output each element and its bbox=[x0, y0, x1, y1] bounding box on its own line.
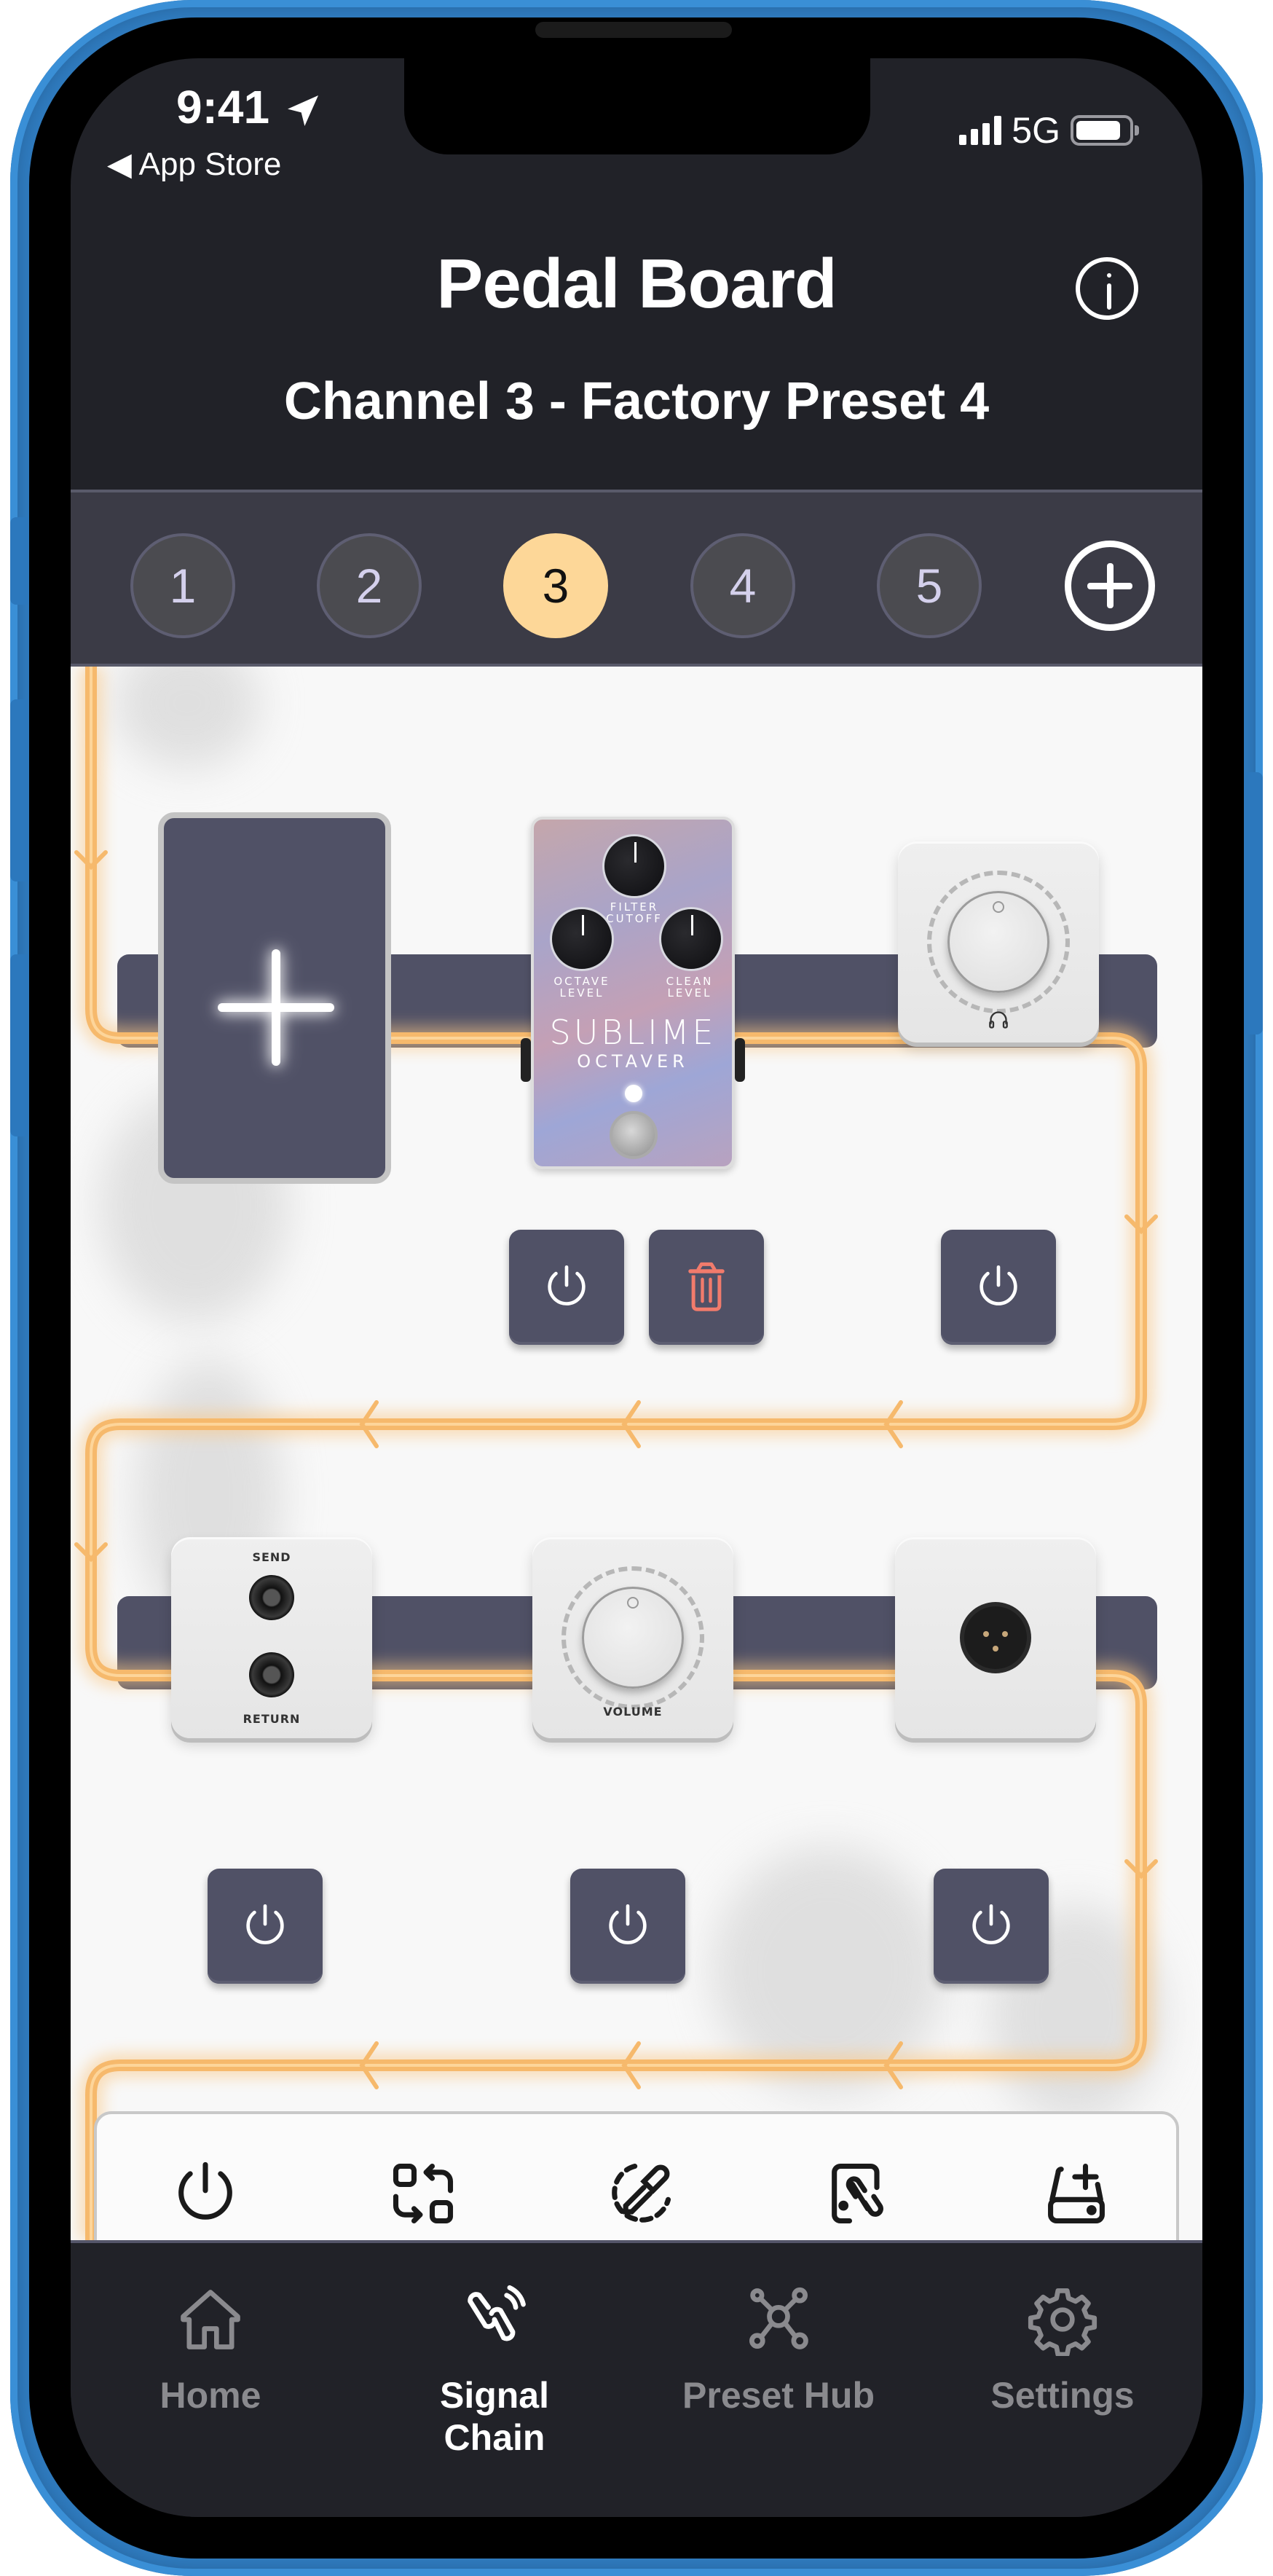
battery-icon bbox=[1071, 115, 1139, 146]
network-type: 5G bbox=[1012, 110, 1060, 151]
volume-down-button bbox=[10, 954, 28, 1136]
add-pedal-slot[interactable] bbox=[158, 812, 391, 1184]
volume-module[interactable]: VOLUME bbox=[532, 1537, 733, 1738]
eyedropper-icon bbox=[612, 2163, 671, 2223]
info-icon[interactable] bbox=[1076, 257, 1138, 320]
footswitch[interactable] bbox=[610, 1111, 658, 1159]
power-icon bbox=[548, 1265, 586, 1305]
send-jack[interactable] bbox=[249, 1575, 294, 1620]
tab-settings[interactable]: Settings bbox=[953, 2279, 1172, 2416]
tab-home[interactable]: Home bbox=[101, 2279, 320, 2416]
status-time: 9:41 bbox=[176, 80, 323, 134]
return-label: RETURN bbox=[243, 1712, 301, 1726]
octave-level-label: OCTAVE LEVEL bbox=[553, 975, 610, 1000]
sublime-octaver-pedal[interactable]: FILTER CUTOFF OCTAVE LEVEL CLEAN LEVEL SUBL… bbox=[521, 817, 745, 1169]
back-label: App Store bbox=[138, 146, 282, 182]
headphone-volume-knob[interactable] bbox=[947, 891, 1049, 993]
toolbar-power-button[interactable] bbox=[166, 2154, 245, 2233]
headphone-module[interactable] bbox=[898, 841, 1099, 1042]
channel-button-3[interactable]: 3 bbox=[503, 533, 608, 638]
cellular-signal-icon bbox=[959, 116, 1002, 145]
return-jack[interactable] bbox=[249, 1652, 294, 1697]
pedal-model: OCTAVER bbox=[577, 1051, 689, 1072]
add-channel-button[interactable] bbox=[1065, 541, 1155, 631]
tab-preset-hub[interactable]: Preset Hub bbox=[669, 2279, 888, 2416]
tab-label: Settings bbox=[990, 2375, 1135, 2416]
power-icon bbox=[178, 2161, 232, 2220]
toolbar-swap-button[interactable] bbox=[384, 2154, 462, 2233]
status-led bbox=[625, 1085, 642, 1102]
tab-signal-chain[interactable]: Signal Chain bbox=[385, 2279, 604, 2459]
status-indicators: 5G bbox=[959, 109, 1139, 152]
toolbar-add-drive-button[interactable] bbox=[1037, 2154, 1116, 2233]
back-triangle-icon: ◀ bbox=[107, 146, 132, 182]
output-jack bbox=[735, 1038, 745, 1082]
tab-label: Home bbox=[159, 2375, 261, 2416]
channel-button-5[interactable]: 5 bbox=[877, 533, 982, 638]
mute-switch bbox=[10, 517, 28, 605]
tab-label: Preset Hub bbox=[682, 2375, 875, 2416]
gear-icon bbox=[1028, 2288, 1097, 2356]
fx-loop-power-button[interactable] bbox=[208, 1869, 323, 1984]
plus-icon-bar bbox=[218, 1003, 334, 1012]
trash-icon bbox=[688, 1262, 725, 1311]
device-link-icon bbox=[832, 2163, 883, 2224]
pedalboard-canvas: FILTER CUTOFF OCTAVE LEVEL CLEAN LEVEL SUBL… bbox=[71, 667, 1202, 2240]
time-text: 9:41 bbox=[176, 81, 270, 133]
volume-up-button bbox=[10, 699, 28, 881]
volume-power-button[interactable] bbox=[570, 1869, 685, 1984]
link-icon bbox=[468, 2285, 526, 2341]
octave-level-knob[interactable] bbox=[550, 907, 614, 971]
earpiece-speaker bbox=[535, 22, 732, 38]
app-screen: 9:41 ◀ App Store 5G Pedal Board Channel … bbox=[71, 58, 1202, 2517]
input-jack bbox=[521, 1038, 531, 1082]
pedal-power-button[interactable] bbox=[509, 1230, 624, 1345]
filter-cutoff-label: FILTER CUTOFF bbox=[606, 900, 663, 925]
side-button bbox=[1245, 772, 1263, 1034]
power-icon bbox=[972, 1904, 1010, 1944]
headphones-icon bbox=[989, 1011, 1008, 1029]
drive-add-icon bbox=[1048, 2163, 1105, 2224]
volume-label: VOLUME bbox=[603, 1705, 663, 1719]
pedal-delete-button[interactable] bbox=[649, 1230, 764, 1345]
volume-knob[interactable] bbox=[582, 1587, 684, 1689]
send-label: SEND bbox=[252, 1550, 291, 1564]
xlr-connector-icon bbox=[964, 1606, 1027, 1669]
power-icon bbox=[246, 1904, 284, 1944]
filter-cutoff-knob[interactable] bbox=[602, 834, 666, 898]
preset-subtitle: Channel 3 - Factory Preset 4 bbox=[283, 372, 990, 431]
headphone-power-button[interactable] bbox=[941, 1230, 1056, 1345]
hub-icon bbox=[749, 2287, 808, 2349]
channel-selector: 1 2 3 4 5 bbox=[71, 490, 1202, 667]
channel-button-2[interactable]: 2 bbox=[317, 533, 422, 638]
channel-button-4[interactable]: 4 bbox=[690, 533, 795, 638]
swap-icon bbox=[393, 2163, 454, 2224]
clean-level-knob[interactable] bbox=[659, 907, 723, 971]
tab-label: Signal Chain bbox=[439, 2375, 550, 2458]
clean-level-label: CLEAN LEVEL bbox=[666, 975, 714, 1000]
home-icon bbox=[181, 2290, 240, 2349]
action-toolbar bbox=[94, 2111, 1179, 2240]
channel-button-1[interactable]: 1 bbox=[130, 533, 235, 638]
pedal-brand: SUBLIME bbox=[549, 1013, 717, 1052]
back-to-app-store[interactable]: ◀ App Store bbox=[107, 146, 281, 183]
power-icon bbox=[609, 1904, 647, 1944]
tab-bar: Home Signal Chain Preset Hub Settings bbox=[71, 2240, 1202, 2517]
notch bbox=[404, 58, 870, 154]
toolbar-device-link-button[interactable] bbox=[819, 2154, 898, 2233]
xlr-power-button[interactable] bbox=[934, 1869, 1049, 1984]
location-arrow-icon bbox=[287, 95, 318, 127]
power-icon bbox=[980, 1265, 1017, 1305]
page-title: Pedal Board bbox=[436, 245, 837, 323]
toolbar-color-picker-button[interactable] bbox=[602, 2154, 680, 2233]
fx-loop-module[interactable]: SEND RETURN bbox=[171, 1537, 372, 1738]
xlr-output-module[interactable] bbox=[895, 1537, 1096, 1738]
